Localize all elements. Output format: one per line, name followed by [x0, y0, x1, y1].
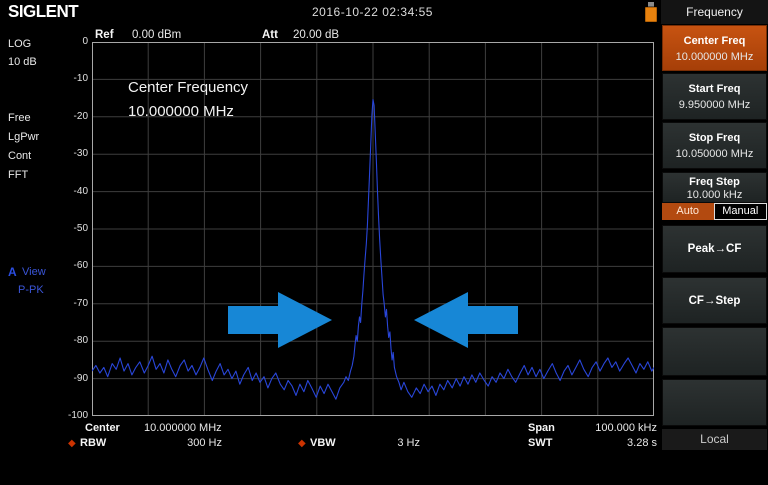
y-axis-tick: -40: [50, 186, 88, 197]
center-freq-readout-value: 10.000000 MHz: [144, 422, 222, 434]
swt-value: 3.28 s: [558, 437, 657, 449]
battery-icon: [645, 2, 657, 21]
center-freq-button[interactable]: Center Freq 10.000000 MHz: [662, 25, 767, 71]
scale-per-div-label: 10 dB: [8, 56, 37, 68]
attenuation-value: 20.00 dB: [293, 29, 339, 41]
freq-step-module: Freq Step 10.000 kHz Auto Manual: [661, 172, 768, 220]
y-axis-tick: -10: [50, 73, 88, 84]
fft-mode-label: FFT: [8, 169, 28, 181]
datetime-display: 2016-10-22 02:34:55: [312, 5, 433, 19]
y-axis-tick: -30: [50, 148, 88, 159]
spectrum-analyzer-screen: SIGLENT 2016-10-22 02:34:55 LOG 10 dB Fr…: [0, 0, 768, 485]
start-freq-button-label: Start Freq: [663, 74, 766, 95]
span-readout-label: Span: [528, 422, 555, 434]
attenuation-label: Att: [262, 29, 278, 41]
trigger-free-label: Free: [8, 112, 31, 124]
center-frequency-annotation: Center Frequency 10.000000 MHz: [128, 76, 248, 124]
top-bar: SIGLENT 2016-10-22 02:34:55: [0, 0, 661, 24]
swt-label: SWT: [528, 437, 552, 449]
softkey-blank-2[interactable]: [662, 379, 767, 426]
y-axis-tick: 0: [50, 36, 88, 47]
y-axis-tick: -50: [50, 223, 88, 234]
spectrum-plot: Center Frequency 10.000000 MHz: [92, 42, 654, 416]
ref-level-label: Ref: [95, 29, 114, 41]
y-axis-tick: -60: [50, 260, 88, 271]
start-freq-button[interactable]: Start Freq 9.950000 MHz: [662, 73, 767, 120]
rbw-coupled-diamond-icon: ◆: [68, 438, 76, 449]
y-axis-tick: -90: [50, 373, 88, 384]
y-axis-tick: -100: [50, 410, 88, 421]
center-freq-button-value: 10.000000 MHz: [663, 47, 766, 63]
sweep-cont-label: Cont: [8, 150, 31, 162]
stop-freq-button-label: Stop Freq: [663, 123, 766, 144]
siglent-logo: SIGLENT: [8, 2, 78, 23]
amplitude-scale-label: LOG: [8, 38, 31, 50]
manual-option[interactable]: Manual: [714, 203, 768, 220]
local-button[interactable]: Local: [662, 429, 767, 450]
detector-label: P-PK: [18, 284, 44, 296]
rbw-value: 300 Hz: [146, 437, 222, 449]
start-freq-button-value: 9.950000 MHz: [663, 95, 766, 111]
stop-freq-button[interactable]: Stop Freq 10.050000 MHz: [662, 122, 767, 169]
trace-a-label: A: [8, 265, 17, 279]
vbw-label: VBW: [310, 437, 336, 449]
annotation-line1: Center Frequency: [128, 76, 248, 100]
vbw-coupled-diamond-icon: ◆: [298, 438, 306, 449]
trace-view-label: View: [22, 266, 46, 278]
span-readout-value: 100.000 kHz: [558, 422, 657, 434]
stop-freq-button-value: 10.050000 MHz: [663, 144, 766, 160]
annotation-line2: 10.000000 MHz: [128, 100, 248, 124]
y-axis-tick: -70: [50, 298, 88, 309]
cf-to-step-button[interactable]: CF→Step: [662, 277, 767, 324]
y-axis-tick: -80: [50, 335, 88, 346]
freq-step-auto-manual-toggle: Auto Manual: [662, 203, 767, 220]
menu-title: Frequency: [661, 0, 768, 24]
auto-option[interactable]: Auto: [662, 203, 714, 220]
softkey-sidebar: Frequency Center Freq 10.000000 MHz Star…: [661, 0, 768, 485]
rbw-label: RBW: [80, 437, 106, 449]
softkey-blank-1[interactable]: [662, 327, 767, 376]
battery-body: [645, 7, 657, 22]
center-freq-readout-label: Center: [85, 422, 120, 434]
freq-step-button-value: 10.000 kHz: [663, 188, 766, 201]
center-freq-button-label: Center Freq: [663, 26, 766, 47]
peak-to-cf-button[interactable]: Peak→CF: [662, 225, 767, 273]
vbw-value: 3 Hz: [360, 437, 420, 449]
ref-level-value: 0.00 dBm: [132, 29, 181, 41]
freq-step-button-label: Freq Step: [663, 173, 766, 188]
lgpwr-label: LgPwr: [8, 131, 39, 143]
cf-to-step-label: CF→Step: [689, 295, 741, 307]
peak-to-cf-label: Peak→CF: [688, 243, 742, 255]
freq-step-button[interactable]: Freq Step 10.000 kHz: [662, 172, 767, 203]
y-axis-tick: -20: [50, 111, 88, 122]
